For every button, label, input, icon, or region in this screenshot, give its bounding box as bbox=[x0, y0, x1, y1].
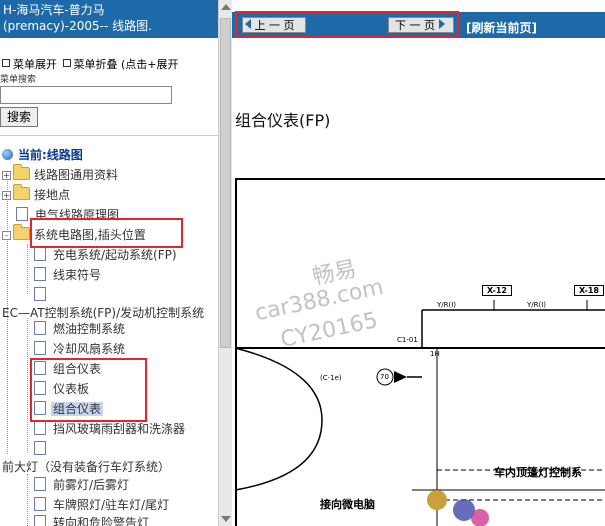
left-panel: H-海马汽车-普力马 (premacy)-2005-- 线路图. 菜单展开 菜单… bbox=[0, 0, 218, 526]
section-label: 车内顶篷灯控制系 bbox=[494, 466, 582, 479]
page-icon bbox=[34, 477, 46, 491]
page-icon bbox=[16, 207, 28, 221]
tree-item[interactable]: + 线路图通用资料 bbox=[2, 164, 120, 184]
page-icon bbox=[34, 441, 46, 455]
expand-plus-icon[interactable]: + bbox=[2, 191, 11, 200]
section-label: 接向微电脑 bbox=[320, 498, 375, 511]
doc-title: 组合仪表(FP) bbox=[235, 111, 331, 130]
highlight-box bbox=[30, 358, 147, 422]
tree-group-label[interactable]: 前大灯（没有装备行车灯系统） bbox=[0, 458, 172, 476]
highlight-box bbox=[235, 11, 459, 38]
folder-icon bbox=[13, 184, 30, 200]
left-header: H-海马汽车-普力马 (premacy)-2005-- 线路图. bbox=[0, 0, 218, 38]
header-title-line1: H-海马汽车-普力马 bbox=[3, 3, 105, 17]
wire-label: C1-01 bbox=[397, 336, 418, 344]
scroll-down-icon[interactable] bbox=[221, 516, 231, 522]
scroll-thumb[interactable] bbox=[220, 18, 231, 348]
tree-item[interactable]: 前雾灯/后雾灯 bbox=[34, 476, 131, 494]
wiring-schematic bbox=[234, 300, 605, 526]
menu-controls: 菜单展开 菜单折叠 (点击+展开 bbox=[0, 56, 179, 72]
collapse-minus-icon[interactable]: - bbox=[2, 231, 11, 240]
menu-expand-link[interactable]: 菜单展开 bbox=[13, 58, 57, 71]
page-icon bbox=[34, 497, 46, 511]
right-panel: 上 一 页 下 一 页 [刷新当前页] 组合仪表(FP) 畅易 car388.c… bbox=[232, 0, 605, 526]
header-title-line2: (premacy)-2005-- 线路图. bbox=[3, 19, 152, 33]
search-input[interactable] bbox=[0, 86, 172, 104]
page-icon bbox=[34, 321, 46, 335]
tree-item[interactable]: 车牌照灯/驻车灯/尾灯 bbox=[34, 496, 171, 514]
page-icon bbox=[34, 515, 46, 526]
search-label: 菜单搜索 bbox=[0, 75, 37, 85]
page-icon bbox=[34, 267, 46, 281]
highlight-box bbox=[30, 218, 183, 248]
left-scrollbar[interactable] bbox=[218, 0, 233, 526]
tree-item[interactable]: 冷却风扇系统 bbox=[34, 340, 127, 358]
wire-label: 1H bbox=[430, 350, 440, 358]
search-button[interactable]: 搜索 bbox=[0, 107, 38, 127]
tree-line bbox=[27, 474, 28, 526]
tree-item[interactable]: 挡风玻璃雨刮器和洗涤器 bbox=[34, 420, 187, 438]
page-icon bbox=[34, 287, 46, 301]
tree-line bbox=[27, 244, 28, 294]
menu-collapse-link[interactable]: 菜单折叠 (点击+展开 bbox=[74, 58, 179, 71]
connector-tag: X-18 bbox=[574, 285, 604, 296]
wire-label: 70 bbox=[380, 373, 389, 381]
tree-current[interactable]: 当前:线路图 bbox=[2, 146, 85, 164]
page-icon bbox=[34, 247, 46, 261]
wire-label: Y/R(I) bbox=[527, 301, 547, 309]
page-icon bbox=[34, 421, 46, 435]
tree-item[interactable] bbox=[34, 440, 55, 458]
folder-icon bbox=[13, 224, 30, 240]
tree-line bbox=[27, 318, 28, 453]
menu-expand-icon bbox=[2, 59, 10, 67]
folder-icon bbox=[13, 164, 30, 180]
refresh-link[interactable]: [刷新当前页] bbox=[466, 19, 537, 36]
tree-item[interactable]: + 接地点 bbox=[2, 184, 72, 204]
globe-icon bbox=[2, 149, 13, 160]
divider bbox=[0, 135, 218, 136]
scroll-up-icon[interactable] bbox=[221, 4, 231, 10]
connector-tag: X-12 bbox=[482, 285, 512, 296]
menu-collapse-icon bbox=[62, 59, 71, 67]
expand-plus-icon[interactable]: + bbox=[2, 171, 11, 180]
wire-label: (C-1e) bbox=[320, 374, 342, 382]
tree-item[interactable]: 充电系统/起动系统(FP) bbox=[34, 246, 179, 264]
wire-label: Y/R(I) bbox=[437, 301, 457, 309]
tree-item[interactable]: 线束符号 bbox=[34, 266, 103, 284]
tree-item[interactable]: 燃油控制系统 bbox=[34, 320, 127, 338]
tree-item[interactable] bbox=[34, 286, 55, 304]
doc-rule bbox=[235, 178, 605, 180]
tree-item[interactable]: 转向和危险警告灯 bbox=[34, 514, 151, 526]
page-icon bbox=[34, 341, 46, 355]
